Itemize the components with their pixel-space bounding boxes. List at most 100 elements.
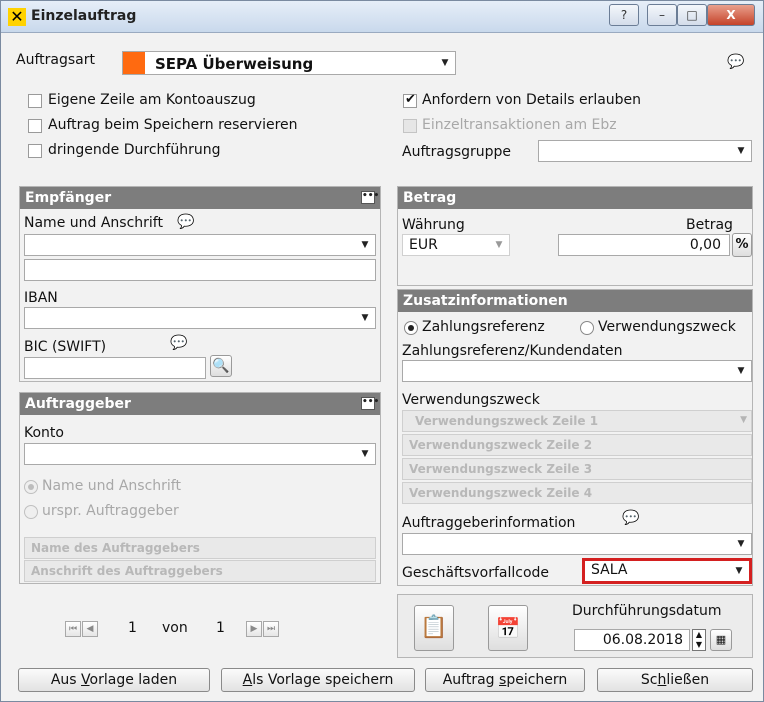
info-bubble-icon[interactable]: 💬 <box>622 510 639 526</box>
btn-mnemonic: V <box>81 672 90 688</box>
empfaenger-title: Empfänger <box>25 190 112 206</box>
iban-select[interactable]: ▼ <box>24 307 376 329</box>
info-bubble-icon[interactable]: 💬 <box>170 335 187 351</box>
waehrung-select[interactable]: EUR ▼ <box>402 234 510 256</box>
waehrung-label: Währung <box>402 217 465 233</box>
betrag-field[interactable]: 0,00 <box>558 234 730 256</box>
btn-text: Aus <box>50 672 82 688</box>
empfaenger-anschrift-field[interactable] <box>24 259 376 281</box>
zahlungsreferenz-label: Zahlungsreferenz/Kundendaten <box>402 343 623 359</box>
more-icon[interactable]: ••• <box>361 191 379 204</box>
name-anschrift-label: Name und Anschrift <box>24 215 163 231</box>
auftragsart-select[interactable]: SEPA Überweisung ▼ <box>122 51 456 75</box>
bic-field[interactable] <box>24 357 206 379</box>
vz-zeile-1-placeholder: Verwendungszweck Zeile 1 <box>415 414 599 428</box>
radio-urspr-auftraggeber[interactable] <box>24 505 38 519</box>
calendar-picker-icon[interactable]: ▦ <box>710 629 732 651</box>
minimize-button[interactable]: – <box>647 4 677 26</box>
chevron-down-icon: ▼ <box>361 449 369 459</box>
chevron-down-icon: ▼ <box>361 313 369 323</box>
prev-page-icon[interactable]: ◀ <box>82 621 98 637</box>
iban-label: IBAN <box>24 290 58 306</box>
btn-text: Sc <box>640 672 658 688</box>
datum-value: 06.08.2018 <box>602 632 683 648</box>
search-icon[interactable]: 🔍 <box>210 355 232 377</box>
auftragsart-color-swatch <box>123 52 145 74</box>
auftrag-speichern-button[interactable]: Auftrag speichern <box>425 668 585 692</box>
checkmark-icon: ✔ <box>405 92 416 107</box>
vz-zeile-3-field[interactable]: Verwendungszweck Zeile 3 <box>402 458 752 480</box>
chevron-down-icon: ▼ <box>361 240 369 250</box>
info-bubble-icon[interactable]: 💬 <box>177 214 194 230</box>
dringend-label: dringende Durchführung <box>48 142 221 158</box>
maximize-button[interactable]: □ <box>677 4 707 26</box>
vz-zeile-4-placeholder: Verwendungszweck Zeile 4 <box>409 486 593 500</box>
vz-zeile-2-field[interactable]: Verwendungszweck Zeile 2 <box>402 434 752 456</box>
radio-urspr-label: urspr. Auftraggeber <box>42 503 179 519</box>
next-page-icon[interactable]: ▶ <box>246 621 262 637</box>
zusatzinformationen-panel: Zusatzinformationen Zahlungsreferenz Ver… <box>397 289 753 586</box>
date-spinner[interactable]: ▲ ▼ <box>692 629 706 651</box>
empfaenger-header: Empfänger ••• <box>20 187 380 209</box>
auftraggeber-name-field[interactable]: Name des Auftraggebers <box>24 537 376 559</box>
empfaenger-name-select[interactable]: ▼ <box>24 234 376 256</box>
schliessen-button[interactable]: Schließen <box>597 668 753 692</box>
gvc-select[interactable]: SALA ▼ <box>582 558 752 584</box>
chevron-down-icon: ▼ <box>441 58 449 68</box>
btn-text: ls Vorlage speichern <box>252 672 394 688</box>
help-button[interactable]: ? <box>609 4 639 26</box>
auftraggeber-anschrift-field[interactable]: Anschrift des Auftraggebers <box>24 560 376 582</box>
aus-vorlage-laden-button[interactable]: Aus Vorlage laden <box>18 668 210 692</box>
more-icon[interactable]: ••• <box>361 397 379 410</box>
eigene-zeile-checkbox[interactable] <box>28 94 42 108</box>
close-window-button[interactable]: X <box>707 4 755 26</box>
title-bar: ✕ Einzelauftrag ? – □ X <box>1 1 763 33</box>
app-logo-icon: ✕ <box>8 8 26 26</box>
reservieren-checkbox[interactable] <box>28 119 42 133</box>
eigene-zeile-label: Eigene Zeile am Kontoauszug <box>48 92 256 108</box>
als-vorlage-speichern-button[interactable]: Als Vorlage speichern <box>221 668 415 692</box>
last-page-icon[interactable]: ⏭ <box>263 621 279 637</box>
auftraggeber-title: Auftraggeber <box>25 396 131 412</box>
btn-text: peichern <box>506 672 568 688</box>
chevron-down-icon: ▼ <box>495 240 503 250</box>
auftragsgruppe-select[interactable]: ▼ <box>538 140 752 162</box>
vz-zeile-3-placeholder: Verwendungszweck Zeile 3 <box>409 462 593 476</box>
auftraggeber-anschrift-placeholder: Anschrift des Auftraggebers <box>31 564 223 578</box>
konto-label: Konto <box>24 425 64 441</box>
btn-text: ließen <box>666 672 710 688</box>
auftragsart-value: SEPA Überweisung <box>155 55 314 73</box>
calendar-icon[interactable]: 📅 <box>488 605 528 651</box>
reservieren-label: Auftrag beim Speichern reservieren <box>48 117 298 133</box>
vz-zeile-1-select[interactable]: Verwendungszweck Zeile 1 ▼ <box>402 410 752 432</box>
info-bubble-icon[interactable]: 💬 <box>727 54 744 70</box>
radio-name-anschrift[interactable] <box>24 480 38 494</box>
percent-button[interactable]: % <box>732 233 752 257</box>
chevron-down-icon: ▼ <box>735 566 743 576</box>
vz-zeile-4-field[interactable]: Verwendungszweck Zeile 4 <box>402 482 752 504</box>
clipboard-icon[interactable]: 📋 <box>414 605 454 651</box>
auftraggeberinfo-label: Auftraggeberinformation <box>402 515 576 531</box>
datum-field[interactable]: 06.08.2018 <box>574 629 690 651</box>
radio-name-anschrift-label: Name und Anschrift <box>42 478 181 494</box>
window-title: Einzelauftrag <box>31 8 137 24</box>
details-checkbox[interactable]: ✔ <box>403 92 417 108</box>
einzeltransaktionen-checkbox[interactable] <box>403 119 417 133</box>
betrag-panel: Betrag Währung Betrag EUR ▼ 0,00 % <box>397 186 753 286</box>
zahlungsreferenz-select[interactable]: ▼ <box>402 360 752 382</box>
radio-zahlungsreferenz[interactable] <box>404 321 418 335</box>
waehrung-value: EUR <box>409 237 438 253</box>
datum-panel: 📋 📅 Durchführungsdatum 06.08.2018 ▲ ▼ ▦ <box>397 594 753 658</box>
page-current: 1 <box>128 620 137 636</box>
konto-select[interactable]: ▼ <box>24 443 376 465</box>
dringend-checkbox[interactable] <box>28 144 42 158</box>
gvc-value: SALA <box>591 562 628 578</box>
radio-verwendungszweck[interactable] <box>580 321 594 335</box>
betrag-value: 0,00 <box>689 237 721 253</box>
dialog-content: Auftragsart SEPA Überweisung ▼ 💬 Eigene … <box>10 34 756 699</box>
betrag-label: Betrag <box>686 217 733 233</box>
bic-label: BIC (SWIFT) <box>24 339 107 355</box>
zusatz-header: Zusatzinformationen <box>398 290 752 312</box>
auftraggeberinfo-select[interactable]: ▼ <box>402 533 752 555</box>
first-page-icon[interactable]: ⏮ <box>65 621 81 637</box>
